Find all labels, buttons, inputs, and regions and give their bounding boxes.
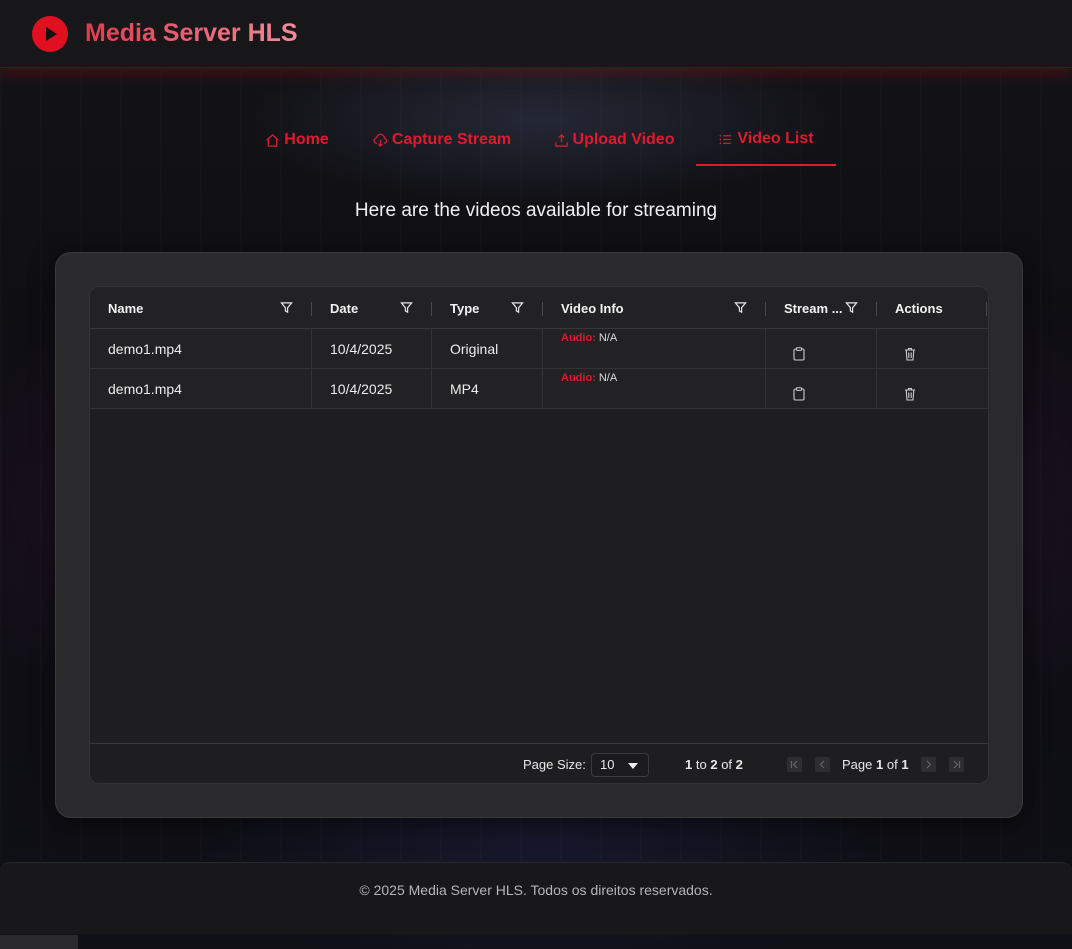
cell-date: 10/4/2025 — [330, 381, 393, 397]
table-row[interactable]: demo1.mp4 10/4/2025 Original Audio: N/A — [90, 329, 988, 369]
cloud-download-icon — [373, 133, 387, 147]
page-footer: © 2025 Media Server HLS. Todos os direit… — [0, 862, 1072, 934]
audio-value: N/A — [598, 332, 618, 344]
play-logo-icon[interactable] — [32, 15, 68, 52]
trash-icon[interactable] — [904, 387, 916, 401]
column-separator[interactable] — [986, 302, 987, 316]
page-subtitle: Here are the videos available for stream… — [354, 200, 718, 221]
column-separator[interactable] — [876, 302, 877, 316]
bottom-tab-fragment — [0, 935, 78, 949]
cell-video-info: Audio: N/A — [561, 372, 617, 384]
filter-icon[interactable] — [845, 301, 858, 314]
cell-video-info: Audio: N/A — [561, 332, 617, 344]
column-header-type[interactable]: Type — [450, 287, 479, 329]
page-size-value: 10 — [600, 757, 615, 772]
cell-type: Original — [450, 341, 499, 357]
grid-header: Name Date Type Video Info Stream ... Act… — [90, 287, 988, 329]
column-separator[interactable] — [431, 302, 432, 316]
clipboard-icon[interactable] — [793, 347, 805, 361]
column-header-actions[interactable]: Actions — [895, 287, 943, 329]
nav-home[interactable]: Home — [258, 114, 336, 166]
chevron-left-icon — [819, 760, 825, 769]
nav-capture-stream[interactable]: Capture Stream — [368, 114, 516, 166]
cell-date: 10/4/2025 — [330, 341, 393, 357]
page-size-label: Page Size: — [523, 757, 586, 772]
column-header-stream[interactable]: Stream ... — [784, 287, 843, 329]
column-separator[interactable] — [311, 302, 312, 316]
audio-value: N/A — [598, 372, 618, 384]
audio-label: Audio: — [561, 372, 596, 384]
list-icon — [719, 134, 732, 144]
column-separator[interactable] — [542, 302, 543, 316]
column-header-video-info[interactable]: Video Info — [561, 287, 624, 329]
nav-video-list[interactable]: Video List — [696, 114, 836, 166]
nav-home-label: Home — [284, 131, 329, 148]
chevron-right-icon — [926, 760, 932, 769]
table-row[interactable]: demo1.mp4 10/4/2025 MP4 Audio: N/A — [90, 369, 988, 409]
app-header: Media Server HLS — [0, 0, 1072, 68]
previous-page-button[interactable] — [815, 757, 830, 772]
video-grid: Name Date Type Video Info Stream ... Act… — [89, 286, 989, 784]
column-header-name[interactable]: Name — [108, 287, 143, 329]
nav-capture-label: Capture Stream — [391, 131, 512, 148]
main-nav: Home Capture Stream Upload Video Video L… — [0, 114, 1072, 166]
row-summary: 1 to 2 of 2 — [685, 757, 743, 772]
audio-label: Audio: — [561, 332, 596, 344]
copyright-text: © 2025 Media Server HLS. Todos os direit… — [359, 882, 713, 898]
first-page-icon — [790, 760, 798, 769]
app-title[interactable]: Media Server HLS — [85, 19, 298, 48]
column-header-date[interactable]: Date — [330, 287, 358, 329]
column-separator[interactable] — [765, 302, 766, 316]
home-icon — [266, 133, 279, 147]
cell-type: MP4 — [450, 381, 479, 397]
filter-icon[interactable] — [400, 301, 413, 314]
page-indicator: Page 1 of 1 — [842, 757, 909, 772]
cell-name: demo1.mp4 — [108, 341, 182, 357]
last-page-icon — [953, 760, 961, 769]
nav-video-list-label: Video List — [737, 130, 814, 147]
last-page-button[interactable] — [949, 757, 964, 772]
clipboard-icon[interactable] — [793, 387, 805, 401]
filter-icon[interactable] — [734, 301, 747, 314]
filter-icon[interactable] — [280, 301, 293, 314]
next-page-button[interactable] — [921, 757, 936, 772]
upload-icon — [554, 133, 568, 147]
page-size-select[interactable]: 10 — [591, 753, 649, 777]
pagination-bar: Page Size: 10 1 to 2 of 2 Page 1 of 1 — [90, 743, 988, 783]
filter-icon[interactable] — [511, 301, 524, 314]
first-page-button[interactable] — [787, 757, 802, 772]
trash-icon[interactable] — [904, 347, 916, 361]
nav-upload-label: Upload Video — [572, 131, 675, 148]
cell-name: demo1.mp4 — [108, 381, 182, 397]
caret-down-icon — [628, 763, 638, 769]
nav-upload-video[interactable]: Upload Video — [548, 114, 680, 166]
